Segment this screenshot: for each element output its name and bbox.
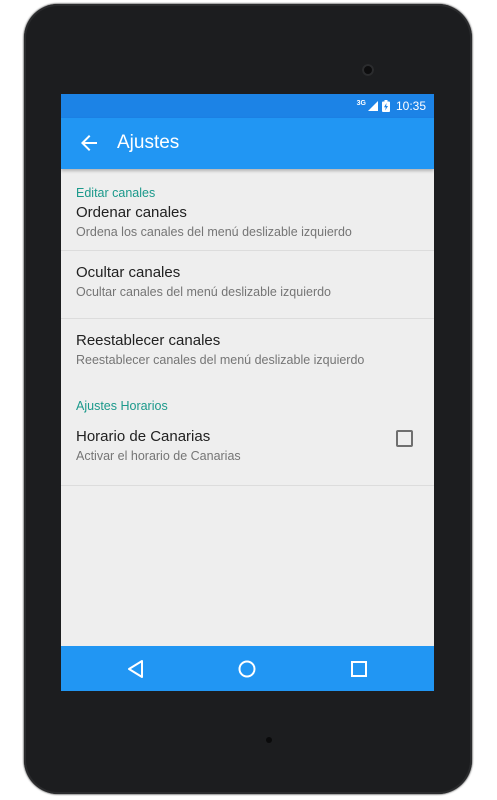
nav-home-icon[interactable] bbox=[235, 657, 259, 681]
horario-canarias-checkbox[interactable] bbox=[396, 430, 413, 447]
page-title: Ajustes bbox=[117, 132, 180, 153]
front-camera bbox=[362, 64, 374, 76]
signal-icon bbox=[367, 101, 378, 111]
pref-ordenar-canales[interactable]: Ordenar canales Ordena los canales del m… bbox=[61, 198, 434, 251]
pref-horario-de-canarias[interactable]: Horario de Canarias Activar el horario d… bbox=[61, 427, 434, 486]
clock: 10:35 bbox=[395, 99, 426, 113]
network-type-label: 3G bbox=[356, 99, 366, 107]
pref-title: Ordenar canales bbox=[76, 204, 187, 221]
screen: 3G 10:35 Ajustes Editar canales Ordenar … bbox=[61, 94, 434, 691]
nav-recents-icon[interactable] bbox=[347, 657, 371, 681]
pref-summary: Ordena los canales del menú deslizable i… bbox=[76, 225, 352, 239]
pref-summary: Ocultar canales del menú deslizable izqu… bbox=[76, 285, 332, 299]
pref-summary: Activar el horario de Canarias bbox=[76, 449, 241, 463]
light-sensor bbox=[266, 737, 272, 743]
navigation-bar bbox=[61, 646, 434, 691]
pref-title: Ocultar canales bbox=[76, 264, 181, 281]
pref-title: Reestablecer canales bbox=[76, 332, 221, 349]
status-bar: 3G 10:35 bbox=[61, 94, 434, 118]
pref-ocultar-canales[interactable]: Ocultar canales Ocultar canales del menú… bbox=[61, 251, 434, 319]
nav-back-icon[interactable] bbox=[124, 657, 148, 681]
pref-title: Horario de Canarias bbox=[76, 428, 211, 445]
pref-reestablecer-canales[interactable]: Reestablecer canales Reestablecer canale… bbox=[61, 319, 434, 387]
app-bar: Ajustes bbox=[61, 118, 434, 169]
category-header-ajustes-horarios: Ajustes Horarios bbox=[76, 399, 168, 413]
status-icons: 3G 10:35 bbox=[357, 94, 426, 118]
arrow-back-icon[interactable] bbox=[77, 131, 101, 155]
settings-list: Editar canales Ordenar canales Ordena lo… bbox=[61, 169, 434, 486]
battery-icon bbox=[381, 100, 390, 112]
pref-summary: Reestablecer canales del menú deslizable… bbox=[76, 353, 365, 367]
